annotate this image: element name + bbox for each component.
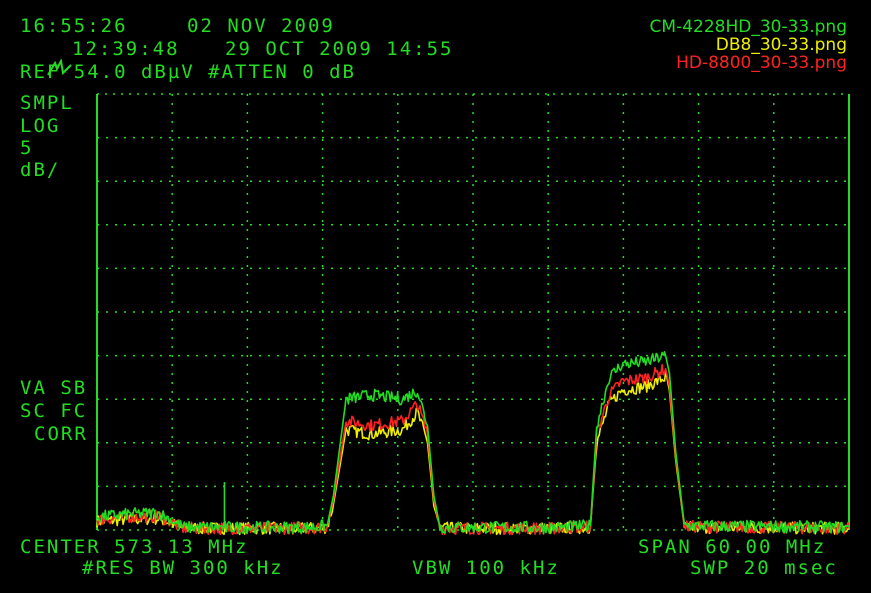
sc-fc-label: SC FC <box>20 400 88 422</box>
res-bw: #RES BW 300 kHz <box>82 557 284 579</box>
ref-level-line: REF 54.0 dBµV #ATTEN 0 dB <box>20 61 356 83</box>
saved-time: 12:39:48 <box>72 38 180 60</box>
corr-label: CORR <box>34 423 88 445</box>
trace-db8 <box>96 371 850 536</box>
detector-mode: SMPL <box>20 92 74 114</box>
legend-entry-hd8800: HD-8800_30-33.png <box>676 53 847 73</box>
scale-type: LOG <box>20 115 61 137</box>
current-time: 16:55:26 <box>20 15 128 37</box>
legend-entry-cm4228hd: CM-4228HD_30-33.png <box>649 17 847 37</box>
saved-date: 29 OCT 2009 14:55 <box>225 38 454 60</box>
spectrum-plot <box>96 93 850 536</box>
legend-entry-db8: DB8_30-33.png <box>715 35 847 55</box>
scale-div: 5 <box>20 137 34 159</box>
va-sb-label: VA SB <box>20 377 88 399</box>
vbw: VBW 100 kHz <box>412 557 560 579</box>
span: SPAN 60.00 MHz <box>638 536 827 558</box>
center-frequency: CENTER 573.13 MHz <box>20 536 249 558</box>
scale-unit: dB/ <box>20 159 61 181</box>
current-date: 02 NOV 2009 <box>187 15 335 37</box>
sweep-time: SWP 20 msec <box>690 557 838 579</box>
